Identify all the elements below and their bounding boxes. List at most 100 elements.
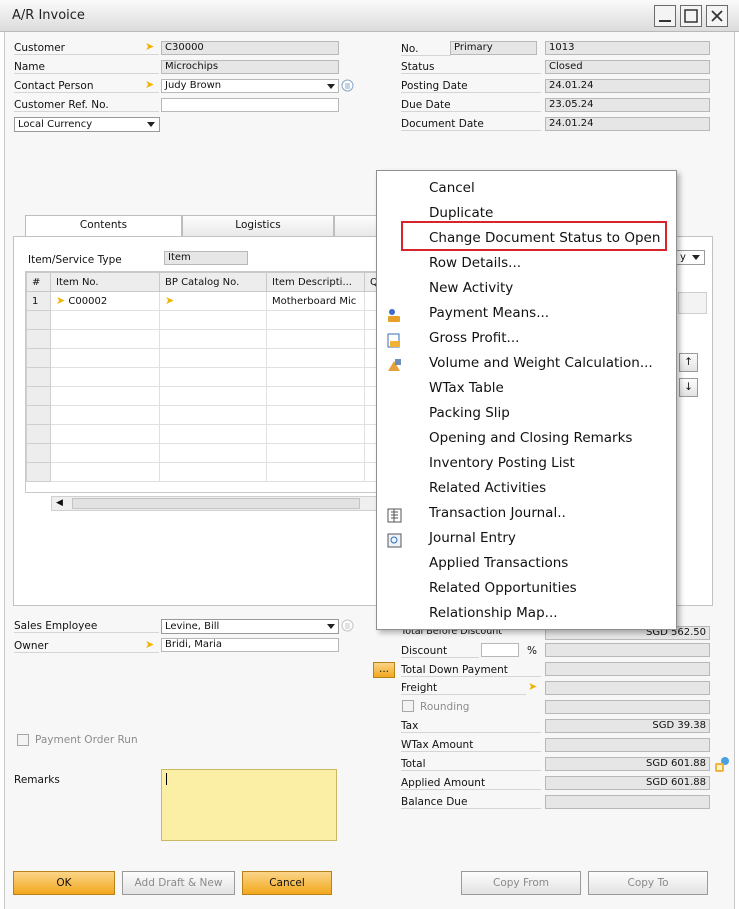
- cancel-button[interactable]: Cancel: [242, 871, 332, 895]
- dropdown-icon[interactable]: [327, 84, 335, 89]
- item-no-cell[interactable]: ➤ C00002: [50, 291, 160, 311]
- move-row-up-button[interactable]: ↑: [679, 353, 698, 372]
- series-field[interactable]: Primary: [450, 41, 537, 55]
- freight-label: Freight: [401, 682, 526, 695]
- menu-item-journal-entry[interactable]: Journal Entry: [429, 530, 516, 546]
- customer-ref-field[interactable]: [161, 98, 339, 112]
- menu-item-duplicate[interactable]: Duplicate: [429, 205, 493, 221]
- item-service-type-field[interactable]: Item: [164, 251, 248, 265]
- menu-item-payment-means[interactable]: Payment Means...: [429, 305, 549, 321]
- table-row[interactable]: [26, 367, 376, 387]
- name-field[interactable]: Microchips: [161, 60, 339, 74]
- copy-from-button[interactable]: Copy From: [461, 871, 581, 895]
- table-row[interactable]: [26, 348, 376, 368]
- menu-item-inventory-posting-list[interactable]: Inventory Posting List: [429, 455, 575, 471]
- menu-item-row-details[interactable]: Row Details...: [429, 255, 521, 271]
- menu-item-volume-weight[interactable]: Volume and Weight Calculation...: [429, 355, 653, 371]
- wtax-amount-field[interactable]: [545, 738, 710, 752]
- rounding-checkbox[interactable]: [402, 700, 414, 712]
- dropdown-icon[interactable]: [692, 255, 700, 260]
- remarks-textarea[interactable]: [161, 769, 337, 841]
- link-arrow-icon[interactable]: ➤: [528, 681, 537, 693]
- posting-date-field[interactable]: 24.01.24: [545, 79, 710, 93]
- grid-right-area: [678, 292, 707, 314]
- rounding-field[interactable]: [545, 700, 710, 714]
- balance-due-field[interactable]: [545, 795, 710, 809]
- currency-value: Local Currency: [18, 119, 93, 130]
- table-row[interactable]: 1 ➤ C00002 ➤ Motherboard Mic: [26, 291, 376, 311]
- link-arrow-icon[interactable]: ➤: [165, 294, 174, 307]
- column-header[interactable]: Item No.: [50, 272, 160, 292]
- table-row[interactable]: [26, 443, 376, 463]
- dropdown-icon[interactable]: [147, 122, 155, 127]
- total-field[interactable]: SGD 601.88: [545, 757, 710, 771]
- tax-field[interactable]: SGD 39.38: [545, 719, 710, 733]
- contact-person-field[interactable]: Judy Brown: [161, 79, 339, 93]
- discount-percent-field[interactable]: [481, 643, 519, 657]
- discount-amount-field[interactable]: [545, 643, 710, 657]
- add-draft-new-button[interactable]: Add Draft & New: [122, 871, 235, 895]
- scroll-left-icon[interactable]: ◀: [56, 498, 63, 508]
- link-arrow-icon[interactable]: ➤: [56, 294, 65, 307]
- customer-field[interactable]: C30000: [161, 41, 339, 55]
- document-date-field[interactable]: 24.01.24: [545, 117, 710, 131]
- menu-item-related-activities[interactable]: Related Activities: [429, 480, 546, 496]
- maximize-icon: [684, 9, 698, 23]
- close-button[interactable]: [706, 5, 728, 27]
- description-cell[interactable]: Motherboard Mic: [266, 291, 365, 311]
- ok-button[interactable]: OK: [13, 871, 115, 895]
- table-row[interactable]: [26, 310, 376, 330]
- menu-item-new-activity[interactable]: New Activity: [429, 280, 513, 296]
- column-header[interactable]: Item Descripti...: [266, 272, 365, 292]
- column-header[interactable]: BP Catalog No.: [159, 272, 267, 292]
- minimize-button[interactable]: [654, 5, 676, 27]
- menu-item-cancel[interactable]: Cancel: [429, 180, 475, 196]
- horizontal-scrollbar[interactable]: ◀: [51, 496, 377, 511]
- layout-combo[interactable]: y: [676, 250, 705, 265]
- move-row-down-button[interactable]: ↓: [679, 378, 698, 397]
- link-arrow-icon[interactable]: ➤: [145, 41, 154, 53]
- tab-contents[interactable]: Contents: [25, 215, 182, 237]
- dropdown-icon[interactable]: [327, 624, 335, 629]
- owner-field[interactable]: Bridi, Maria: [161, 638, 339, 652]
- payment-order-checkbox[interactable]: [17, 734, 29, 746]
- currency-select[interactable]: Local Currency: [14, 117, 160, 132]
- highlight-box: [401, 221, 667, 251]
- menu-item-related-opportunities[interactable]: Related Opportunities: [429, 580, 577, 596]
- applied-amount-field[interactable]: SGD 601.88: [545, 776, 710, 790]
- menu-item-gross-profit[interactable]: Gross Profit...: [429, 330, 519, 346]
- tab-logistics[interactable]: Logistics: [182, 215, 334, 236]
- menu-item-wtax-table[interactable]: WTax Table: [429, 380, 504, 396]
- menu-item-opening-closing-remarks[interactable]: Opening and Closing Remarks: [429, 430, 632, 446]
- copy-to-button[interactable]: Copy To: [588, 871, 708, 895]
- tab-accounting[interactable]: [334, 215, 378, 236]
- coins-icon[interactable]: [712, 755, 732, 775]
- sales-employee-select[interactable]: Levine, Bill: [161, 619, 339, 634]
- down-payment-button[interactable]: ...: [373, 662, 395, 678]
- employee-info-icon[interactable]: [341, 619, 354, 632]
- freight-field[interactable]: [545, 681, 710, 695]
- column-header[interactable]: #: [26, 272, 51, 292]
- menu-item-relationship-map[interactable]: Relationship Map...: [429, 605, 558, 621]
- due-date-field[interactable]: 23.05.24: [545, 98, 710, 112]
- table-row[interactable]: [26, 462, 376, 482]
- link-arrow-icon[interactable]: ➤: [145, 639, 154, 651]
- tax-label: Tax: [401, 720, 541, 733]
- table-row[interactable]: [26, 386, 376, 406]
- menu-item-packing-slip[interactable]: Packing Slip: [429, 405, 510, 421]
- status-field[interactable]: Closed: [545, 60, 710, 74]
- menu-item-transaction-journal[interactable]: Transaction Journal..: [429, 505, 566, 521]
- table-row[interactable]: [26, 329, 376, 349]
- maximize-button[interactable]: [680, 5, 702, 27]
- payment-order-label: Payment Order Run: [35, 734, 138, 746]
- contact-info-icon[interactable]: [341, 79, 354, 92]
- total-down-payment-field[interactable]: [545, 662, 710, 676]
- link-arrow-icon[interactable]: ➤: [145, 79, 154, 91]
- name-label: Name: [14, 61, 159, 74]
- document-number-field[interactable]: 1013: [545, 41, 710, 55]
- table-row[interactable]: [26, 405, 376, 425]
- table-row[interactable]: [26, 424, 376, 444]
- scrollbar-thumb[interactable]: [72, 498, 360, 509]
- bp-catalog-cell[interactable]: ➤: [159, 291, 267, 311]
- menu-item-applied-transactions[interactable]: Applied Transactions: [429, 555, 568, 571]
